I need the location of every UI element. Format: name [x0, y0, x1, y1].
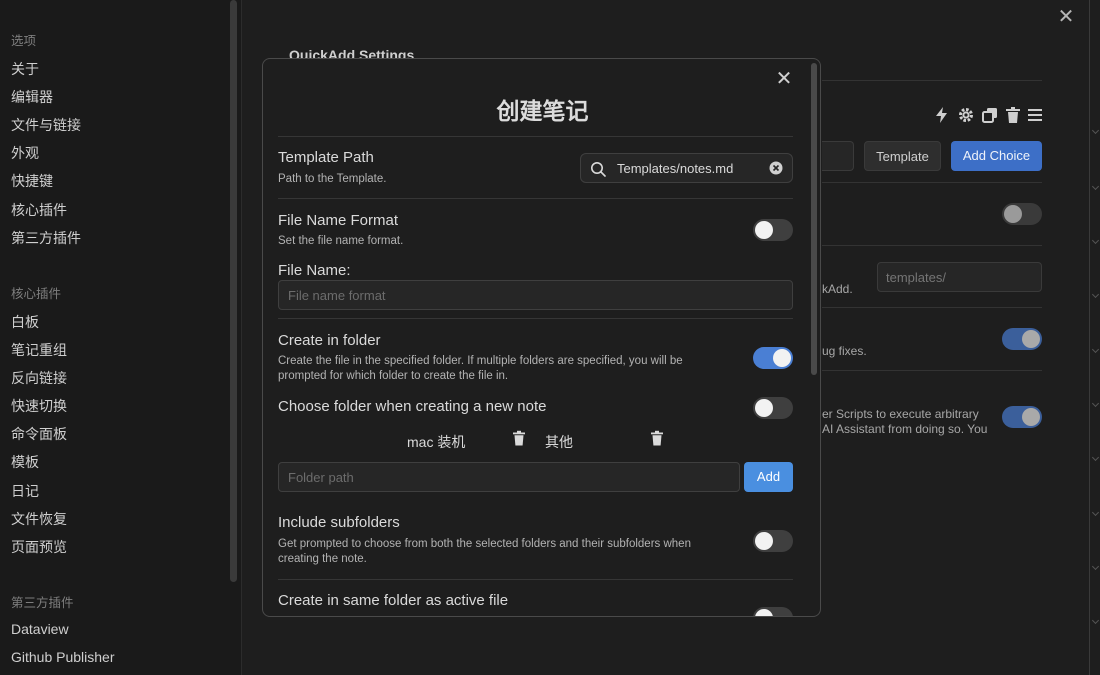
template-path-label: Template Path	[278, 149, 374, 166]
sidebar-heading-options: 选项	[11, 34, 37, 48]
search-icon	[591, 162, 606, 177]
bg-toggle-1[interactable]	[1002, 203, 1042, 225]
sidebar-item-community-plugins[interactable]: 第三方插件	[11, 228, 81, 248]
divider	[822, 80, 1042, 81]
choose-folder-toggle[interactable]	[753, 397, 793, 419]
file-name-format-desc: Set the file name format.	[278, 235, 404, 247]
lightning-icon[interactable]	[933, 106, 951, 124]
template-path-search[interactable]: Templates/notes.md	[580, 153, 793, 183]
trash-icon[interactable]	[1004, 106, 1022, 124]
sidebar-item-quick-switcher[interactable]: 快速切换	[11, 396, 67, 416]
settings-sidebar: 选项 关于 编辑器 文件与链接 外观 快捷键 核心插件 第三方插件 核心插件 白…	[0, 0, 242, 675]
create-in-folder-label: Create in folder	[278, 332, 381, 349]
templates-folder-input[interactable]	[877, 262, 1042, 292]
folder-item: mac 装机	[407, 434, 466, 450]
divider	[822, 245, 1042, 246]
file-name-format-toggle[interactable]	[753, 219, 793, 241]
bg-setting-desc-fragment: er Scripts to execute arbitrary	[822, 407, 979, 421]
duplicate-icon[interactable]	[981, 106, 999, 124]
sidebar-item-backlinks[interactable]: 反向链接	[11, 368, 67, 388]
settings-close-icon[interactable]: ✕	[1055, 6, 1077, 28]
divider	[278, 579, 793, 580]
folder-item: 其他	[545, 434, 573, 450]
bg-setting-desc-fragment: ug fixes.	[822, 344, 867, 358]
divider	[278, 318, 793, 319]
template-button[interactable]: Template	[864, 141, 941, 171]
bg-setting-desc-fragment: kAdd.	[822, 282, 853, 296]
divider	[822, 307, 1042, 308]
choice-name-input[interactable]	[822, 141, 854, 171]
sidebar-item-templates[interactable]: 模板	[11, 452, 39, 472]
right-edge-collapse-indicators	[1091, 0, 1100, 675]
sidebar-item-hotkeys[interactable]: 快捷键	[11, 171, 53, 191]
include-subfolders-label: Include subfolders	[278, 514, 400, 531]
sidebar-item-appearance[interactable]: 外观	[11, 143, 39, 163]
include-subfolders-toggle[interactable]	[753, 530, 793, 552]
modal-title: 创建笔记	[496, 98, 589, 124]
template-path-desc: Path to the Template.	[278, 173, 387, 185]
sidebar-item-canvas[interactable]: 白板	[11, 312, 39, 332]
file-name-label: File Name:	[278, 262, 351, 279]
create-note-modal: ✕ 创建笔记 Template Path Path to the Templat…	[262, 58, 821, 617]
bg-setting-desc-fragment: AI Assistant from doing so. You	[822, 422, 988, 436]
folder-path-input[interactable]	[278, 462, 740, 492]
gear-icon[interactable]	[957, 106, 975, 124]
bg-toggle-2[interactable]	[1002, 328, 1042, 350]
divider	[278, 198, 793, 199]
sidebar-item-core-plugins[interactable]: 核心插件	[11, 200, 67, 220]
sidebar-item-github-publisher[interactable]: Github Publisher	[11, 649, 115, 665]
add-folder-button[interactable]: Add	[744, 462, 793, 492]
sidebar-item-page-preview[interactable]: 页面预览	[11, 537, 67, 557]
divider	[278, 136, 793, 137]
divider	[822, 182, 1042, 183]
trash-icon[interactable]	[649, 430, 665, 446]
sidebar-item-note-composer[interactable]: 笔记重组	[11, 340, 67, 360]
sidebar-item-command-palette[interactable]: 命令面板	[11, 424, 67, 444]
bg-toggle-3[interactable]	[1002, 406, 1042, 428]
sidebar-item-about[interactable]: 关于	[11, 59, 39, 79]
same-folder-label: Create in same folder as active file	[278, 592, 509, 609]
create-in-folder-desc: Create the file in the specified folder.…	[278, 355, 683, 382]
same-folder-toggle[interactable]	[753, 607, 793, 616]
trash-icon[interactable]	[511, 430, 527, 446]
divider	[822, 370, 1042, 371]
sidebar-scrollbar[interactable]	[230, 0, 237, 582]
sidebar-item-file-recovery[interactable]: 文件恢复	[11, 509, 67, 529]
clear-icon[interactable]	[769, 161, 783, 175]
add-choice-button[interactable]: Add Choice	[951, 141, 1042, 171]
file-name-format-input[interactable]	[278, 280, 793, 310]
file-name-format-label: File Name Format	[278, 212, 399, 229]
sidebar-item-dataview[interactable]: Dataview	[11, 621, 69, 637]
sidebar-item-files-links[interactable]: 文件与链接	[11, 115, 81, 135]
sidebar-item-editor[interactable]: 编辑器	[11, 87, 53, 107]
include-subfolders-desc: Get prompted to choose from both the sel…	[278, 538, 691, 565]
sidebar-item-daily-notes[interactable]: 日记	[11, 481, 39, 501]
create-in-folder-toggle[interactable]	[753, 347, 793, 369]
sidebar-heading-core: 核心插件	[11, 287, 62, 301]
modal-close-icon[interactable]: ✕	[774, 69, 794, 89]
template-path-value: Templates/notes.md	[617, 161, 734, 176]
menu-icon[interactable]	[1026, 106, 1044, 124]
choose-folder-label: Choose folder when creating a new note	[278, 398, 547, 415]
sidebar-heading-community: 第三方插件	[11, 596, 74, 610]
